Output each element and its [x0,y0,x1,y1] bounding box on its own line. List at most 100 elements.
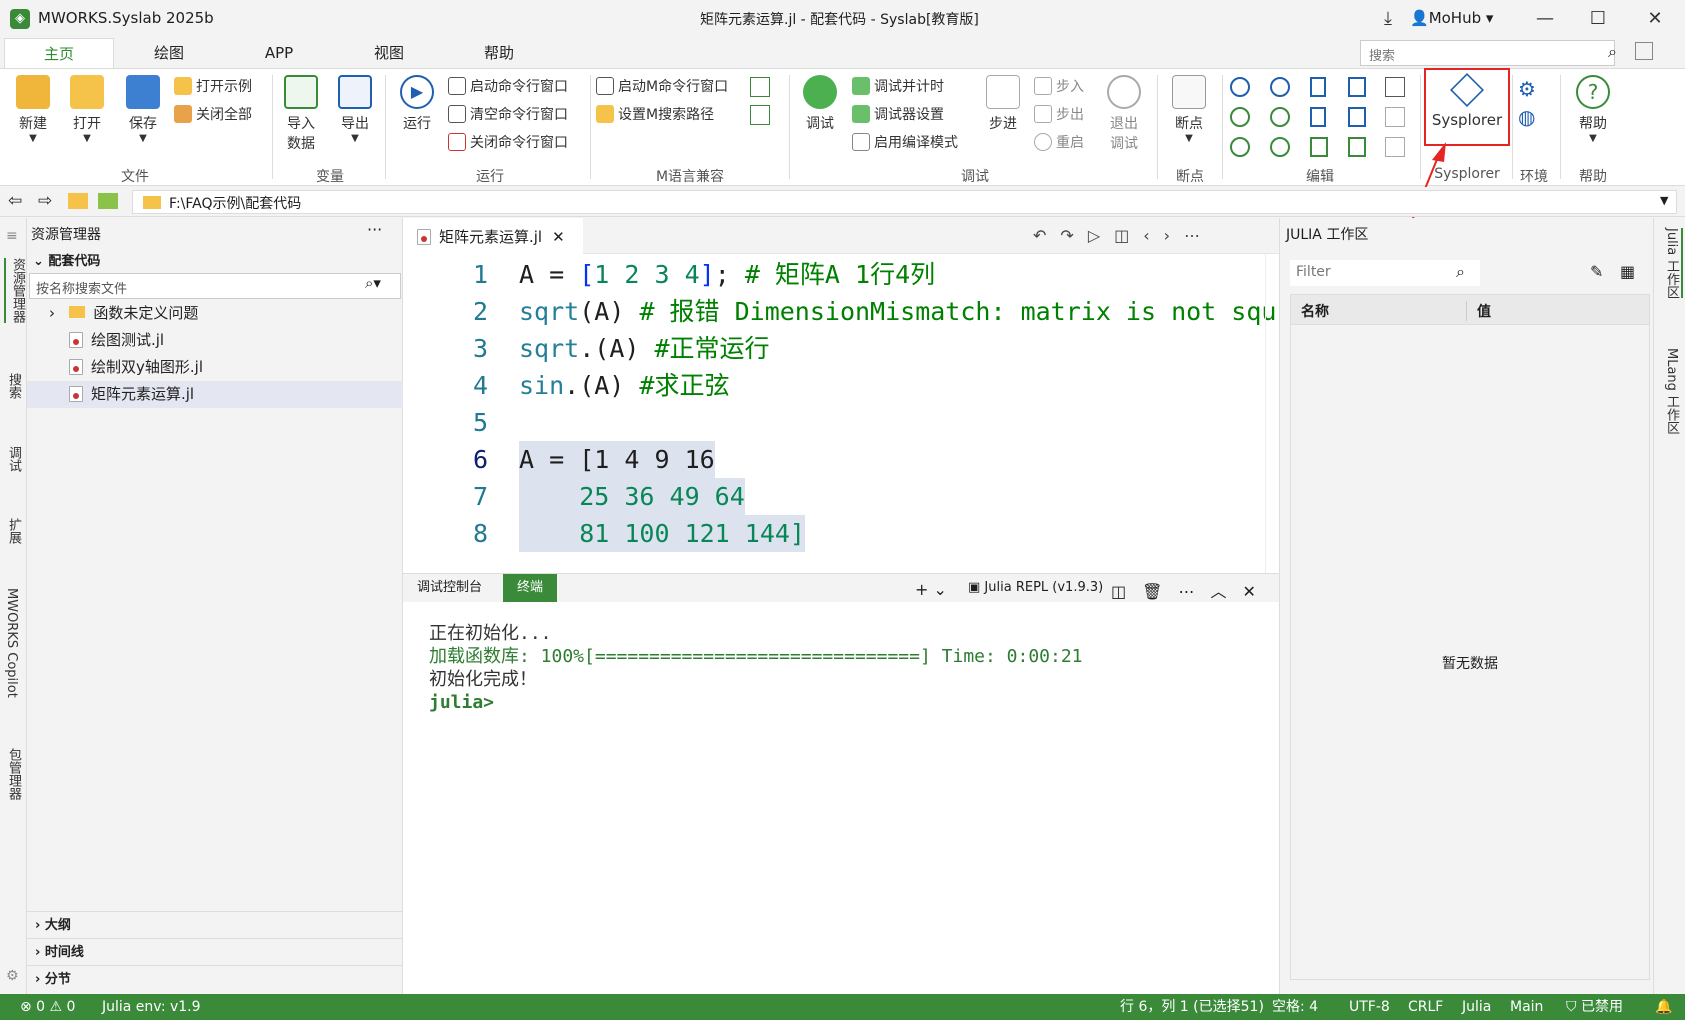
start-cmd-button[interactable]: 启动命令行窗口 [448,75,568,99]
maximize-panel-icon[interactable]: ︿ [1210,582,1242,601]
clear-bookmark-icon[interactable] [1348,77,1366,97]
section-outline[interactable]: › 大纲 [27,911,403,938]
blank-icon[interactable] [1385,107,1405,127]
terminal-select[interactable]: ▣ Julia REPL (v1.9.3) [968,580,1103,595]
code-line[interactable]: 1 A = [1 2 3 4]; # 矩阵A 1行4列 [403,256,1279,293]
step-out-button[interactable]: 步出 [1034,103,1084,127]
debug-button[interactable]: 调试 [793,75,847,133]
export-button[interactable]: 导出 ▼ [328,75,382,144]
trash-icon[interactable]: 🗑 [1142,582,1178,601]
insert-icon[interactable] [1310,137,1328,157]
exit-debug-button[interactable]: 退出 调试 [1097,75,1151,153]
step-in-button[interactable]: 步入 [1034,75,1084,99]
compile-mode-checkbox[interactable]: 启用编译模式 [852,131,958,155]
prev-icon[interactable]: ‹ [1143,226,1163,245]
address-dropdown-icon[interactable]: ▼ [1660,194,1668,207]
close-button[interactable]: ✕ [1635,4,1675,34]
up-folder-icon[interactable] [68,193,88,209]
add-terminal-icon[interactable]: + ⌄ [915,580,947,599]
open-example-button[interactable]: 打开示例 [174,75,252,99]
code-line[interactable]: 8 81 100 121 144] [403,515,1279,552]
tab-help[interactable]: 帮助 [444,38,554,68]
start-m-cmd-button[interactable]: 启动M命令行窗口 [596,75,728,99]
branch-status[interactable]: Main [1510,994,1543,1020]
prev-bookmark-icon[interactable] [1310,107,1326,127]
tree-item-file[interactable]: 绘图测试.jl [27,327,403,354]
tab-app[interactable]: APP [224,38,334,68]
split-editor-icon[interactable]: ◫ [1114,226,1143,245]
m-window-icon[interactable] [750,77,770,97]
redo-icon[interactable]: ↷ [1060,226,1087,245]
more-icon[interactable]: ··· [367,220,382,239]
search-icon[interactable]: ⌕ [1608,42,1617,62]
julia-env-status[interactable]: Julia env: v1.9 [102,994,201,1020]
code-line[interactable]: 4 sin.(A) #求正弦 [403,367,1279,404]
code-line[interactable]: 5 [403,404,1279,441]
folder-header[interactable]: ⌄ 配套代码 [33,250,100,269]
grid-icon[interactable]: ▦ [1620,262,1635,281]
globe-icon[interactable]: ◍ [1518,105,1535,129]
encoding-status[interactable]: UTF-8 [1349,994,1390,1020]
comment-icon[interactable] [1230,107,1250,127]
search-icon[interactable]: ⌕ [1456,262,1465,282]
activity-package-manager[interactable]: 包管理器 [4,748,23,800]
forward-arrow-icon[interactable]: ⇨ [38,191,52,211]
workspace-filter-input[interactable]: Filter [1290,260,1480,286]
file-search-input[interactable]: 按名称搜索文件 [29,273,401,299]
forward-icon[interactable] [1270,77,1290,97]
clear-cmd-button[interactable]: 清空命令行窗口 [448,103,568,127]
activity-julia-workspace[interactable]: Julia 工作区 [1662,228,1683,299]
tab-view[interactable]: 视图 [334,38,444,68]
save-button[interactable]: 保存 ▼ [116,75,170,144]
more-icon[interactable]: ⋯ [1184,226,1214,245]
help-button[interactable]: ? 帮助 ▼ [1566,75,1620,144]
activity-explorer[interactable]: 资源管理器 [4,258,27,323]
copilot-status[interactable]: ⛉ 已禁用 [1566,994,1623,1020]
address-path-input[interactable]: F:\FAQ示例\配套代码 [132,190,1677,214]
set-m-path-button[interactable]: 设置M搜索路径 [596,103,714,127]
outdent-icon[interactable] [1270,137,1290,157]
settings-gear-icon[interactable]: ⚙ [1518,77,1536,101]
search-icon[interactable]: ⌕▾ [365,274,381,292]
language-status[interactable]: Julia [1462,994,1491,1020]
undo-icon[interactable]: ↶ [1033,226,1060,245]
brush-icon[interactable]: ✎ [1590,262,1603,281]
back-icon[interactable] [1230,77,1250,97]
list-icon[interactable] [1385,77,1405,97]
activity-mlang-workspace[interactable]: MLang 工作区 [1662,348,1681,434]
activity-debug[interactable]: 调试 [4,446,23,472]
run-file-icon[interactable]: ▷ [1088,226,1114,245]
activity-search[interactable]: 搜索 [4,373,23,399]
debugger-settings-button[interactable]: 调试器设置 [852,103,944,127]
problems-status[interactable]: ⊗ 0 ⚠ 0 [20,994,75,1020]
step-button[interactable]: 步进 [976,75,1030,133]
more-icon[interactable]: ⋯ [1178,582,1210,601]
close-panel-icon[interactable]: ✕ [1242,582,1271,601]
new-button[interactable]: 新建 ▼ [6,75,60,144]
run-button[interactable]: ▶ 运行 [390,75,444,133]
terminal-prompt[interactable]: julia> [429,691,494,714]
cursor-position-status[interactable]: 行 6，列 1 (已选择51) [1120,994,1264,1020]
column-value[interactable]: 值 [1466,301,1491,321]
split-terminal-icon[interactable]: ◫ [1111,582,1142,601]
close-cmd-button[interactable]: 关闭命令行窗口 [448,131,568,155]
tab-home[interactable]: 主页 [4,38,114,68]
tab-debug-console[interactable]: 调试控制台 [403,574,496,602]
indent-status[interactable]: 空格: 4 [1272,994,1318,1020]
code-line[interactable]: 3 sqrt.(A) #正常运行 [403,330,1279,367]
editor-tab-active[interactable]: 矩阵元素运算.jl ✕ [403,218,583,254]
menu-icon[interactable]: ≡ [6,228,18,244]
download-icon[interactable]: ⤓ [1368,4,1408,34]
section-cells[interactable]: › 分节 [27,965,403,992]
user-menu[interactable]: 👤MoHub ▾ [1410,9,1493,27]
next-icon[interactable]: › [1164,226,1184,245]
column-name[interactable]: 名称 [1301,301,1329,321]
minimize-button[interactable]: — [1525,4,1565,34]
next-bookmark-icon[interactable] [1348,107,1366,127]
tree-item-folder[interactable]: › 函数未定义问题 [27,300,403,327]
open-button[interactable]: 打开 ▼ [60,75,114,144]
code-line[interactable]: 6 A = [1 4 9 16 [403,441,1279,478]
settings-gear-icon[interactable]: ⚙ [6,968,19,984]
import-data-button[interactable]: 导入 数据 [274,75,328,153]
breakpoint-button[interactable]: 断点 ▼ [1162,75,1216,144]
